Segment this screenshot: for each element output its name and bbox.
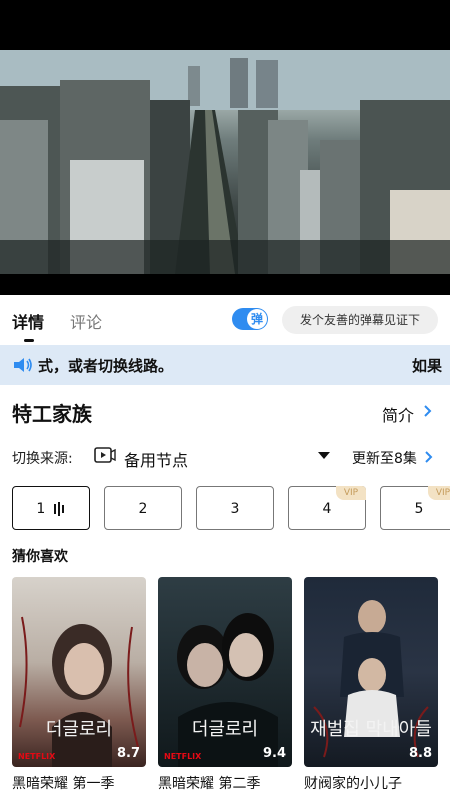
source-selector[interactable]: 备用节点 — [124, 447, 188, 471]
episode-number: 2 — [138, 501, 148, 517]
episode-button[interactable]: 2 — [104, 486, 182, 530]
video-source-icon — [94, 446, 116, 470]
notice-text: 式，或者切换线路。 — [38, 357, 174, 375]
notice-bar: 式，或者切换线路。 如果 — [0, 345, 450, 385]
card-title: 财阀家的小儿子 — [304, 776, 402, 792]
vip-badge: VIP — [336, 486, 366, 500]
tab-comments[interactable]: 评论 — [70, 309, 102, 333]
rating: 8.8 — [408, 746, 432, 761]
update-status-link[interactable]: 更新至8集 — [352, 448, 417, 468]
poster-image: 더글로리 NETFLIX 9.4 — [158, 577, 292, 767]
danmu-input[interactable]: 发个友善的弹幕见证下 — [282, 306, 438, 334]
chevron-right-icon[interactable] — [424, 405, 432, 417]
active-tab-indicator — [24, 339, 34, 342]
episode-button[interactable]: 5 VIP — [380, 486, 450, 530]
poster-image: 재벌집 막내아들 8.8 — [304, 577, 438, 767]
danmu-toggle[interactable]: 弹 — [232, 308, 268, 330]
episode-button[interactable]: 1 — [12, 486, 90, 530]
speaker-icon — [12, 355, 34, 379]
card-title: 黑暗荣耀 第一季 — [12, 776, 115, 792]
recommend-card[interactable]: 더글로리 NETFLIX 9.4 黑暗荣耀 第二季 — [158, 577, 292, 793]
poster-title: 더글로리 — [45, 719, 113, 740]
netflix-logo: NETFLIX — [18, 752, 56, 761]
chevron-right-icon[interactable] — [425, 451, 433, 463]
recommend-card[interactable]: 재벌집 막내아들 8.8 财阀家的小儿子 — [304, 577, 438, 793]
chevron-down-icon[interactable] — [318, 452, 330, 459]
show-title: 特工家族 — [12, 402, 92, 426]
danmu-toggle-label: 弹 — [247, 309, 267, 329]
notice-text-tail: 如果 — [412, 357, 443, 375]
episode-number: 4 — [322, 501, 332, 517]
vip-badge: VIP — [428, 486, 450, 500]
recommend-card[interactable]: 더글로리 NETFLIX 8.7 黑暗荣耀 第一季 — [12, 577, 146, 793]
rating: 8.7 — [116, 746, 140, 761]
episode-button[interactable]: 4 VIP — [288, 486, 366, 530]
video-bottom-bar — [0, 274, 450, 295]
source-label: 切换来源: — [12, 451, 73, 467]
card-title: 黑暗荣耀 第二季 — [158, 776, 261, 792]
intro-link[interactable]: 简介 — [382, 402, 414, 426]
status-bar — [0, 0, 450, 50]
episode-button[interactable]: 3 — [196, 486, 274, 530]
episode-list: 1 2 3 4 VIP 5 VIP — [0, 486, 450, 534]
episode-number: 5 — [414, 501, 424, 517]
playing-icon — [53, 487, 66, 531]
tab-bar: 详情 评论 弹 发个友善的弹幕见证下 — [0, 295, 450, 345]
netflix-logo: NETFLIX — [164, 752, 202, 761]
episode-number: 1 — [36, 501, 46, 517]
episode-number: 3 — [230, 501, 240, 517]
poster-image: 더글로리 NETFLIX 8.7 — [12, 577, 146, 767]
video-player[interactable] — [0, 50, 450, 274]
recommend-heading: 猜你喜欢 — [12, 549, 68, 565]
rating: 9.4 — [262, 746, 286, 761]
poster-title: 재벌집 막내아들 — [310, 719, 432, 740]
tab-details[interactable]: 详情 — [12, 309, 44, 333]
video-frame-cityscape — [0, 50, 450, 274]
poster-title: 더글로리 — [191, 719, 259, 740]
